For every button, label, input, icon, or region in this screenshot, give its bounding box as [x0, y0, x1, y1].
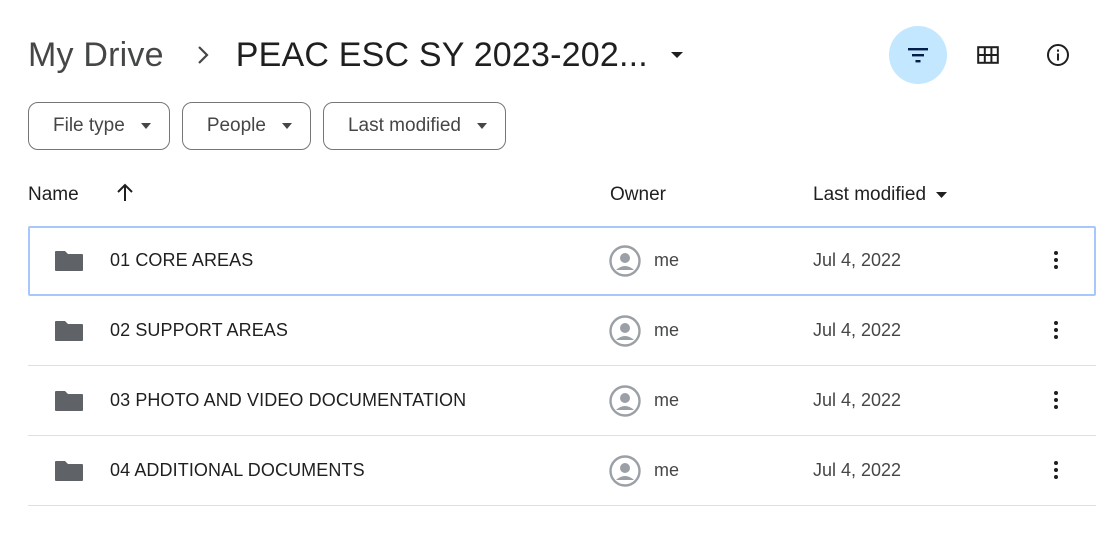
column-last-modified[interactable]: Last modified	[813, 184, 948, 206]
sort-up-arrow-icon[interactable]	[116, 182, 134, 208]
breadcrumb: My Drive PEAC ESC SY 2023-202...	[28, 26, 1087, 84]
dropdown-caret-icon	[477, 123, 487, 129]
more-vert-icon[interactable]	[1040, 384, 1072, 416]
file-list-header: Name Owner Last modified	[28, 176, 1097, 216]
more-vert-icon[interactable]	[1040, 454, 1072, 486]
chip-last-modified[interactable]: Last modified	[322, 102, 506, 150]
table-row[interactable]: 02 SUPPORT AREAS me Jul 4, 2022	[28, 296, 1096, 366]
filter-chips: File type People Last modified	[28, 102, 518, 150]
table-row[interactable]: 03 PHOTO AND VIDEO DOCUMENTATION me Jul …	[28, 366, 1096, 436]
owner-name: me	[654, 390, 680, 410]
dropdown-caret-icon	[936, 192, 948, 198]
file-list: 01 CORE AREAS me Jul 4, 2022 02 SUPPORT …	[28, 226, 1096, 506]
column-last-modified-label: Last modified	[813, 184, 927, 205]
chip-label: Last modified	[347, 115, 461, 136]
current-folder-title: PEAC ESC SY 2023-202...	[235, 35, 648, 74]
folder-icon	[54, 320, 84, 347]
file-name: 02 SUPPORT AREAS	[110, 320, 289, 340]
avatar-icon	[609, 385, 641, 422]
grid-view-button[interactable]	[959, 26, 1017, 84]
table-row[interactable]: 01 CORE AREAS me Jul 4, 2022	[28, 226, 1096, 296]
chip-label: People	[206, 115, 266, 136]
table-row[interactable]: 04 ADDITIONAL DOCUMENTS me Jul 4, 2022	[28, 436, 1096, 506]
owner-name: me	[654, 250, 680, 270]
breadcrumb-current-folder[interactable]: PEAC ESC SY 2023-202...	[236, 36, 684, 75]
dropdown-caret-icon	[670, 51, 684, 59]
chip-people[interactable]: People	[181, 102, 311, 150]
breadcrumb-my-drive[interactable]: My Drive	[28, 36, 164, 75]
dropdown-caret-icon	[281, 123, 292, 129]
filter-icon	[908, 48, 928, 63]
avatar-icon	[609, 245, 641, 282]
last-modified-date: Jul 4, 2022	[813, 250, 902, 270]
header-actions	[889, 26, 1087, 84]
drive-app: My Drive PEAC ESC SY 2023-202... File ty…	[0, 0, 1115, 534]
details-button[interactable]	[1029, 26, 1087, 84]
file-name: 01 CORE AREAS	[110, 250, 254, 270]
file-name: 03 PHOTO AND VIDEO DOCUMENTATION	[110, 390, 467, 410]
folder-icon	[54, 250, 84, 277]
file-name: 04 ADDITIONAL DOCUMENTS	[110, 460, 365, 480]
last-modified-date: Jul 4, 2022	[813, 390, 902, 410]
filter-button[interactable]	[889, 26, 947, 84]
folder-icon	[54, 460, 84, 487]
last-modified-date: Jul 4, 2022	[813, 460, 902, 480]
chevron-right-icon	[196, 44, 210, 66]
info-icon	[1047, 44, 1069, 66]
column-owner[interactable]: Owner	[610, 184, 666, 206]
more-vert-icon[interactable]	[1040, 314, 1072, 346]
column-name[interactable]: Name	[28, 184, 79, 206]
folder-icon	[54, 390, 84, 417]
avatar-icon	[609, 315, 641, 352]
owner-name: me	[654, 460, 680, 480]
owner-name: me	[654, 320, 680, 340]
last-modified-date: Jul 4, 2022	[813, 320, 902, 340]
dropdown-caret-icon	[140, 123, 151, 129]
avatar-icon	[609, 455, 641, 492]
chip-file-type[interactable]: File type	[28, 102, 170, 150]
chip-label: File type	[53, 115, 125, 136]
grid-view-icon	[977, 46, 999, 64]
more-vert-icon[interactable]	[1040, 244, 1072, 276]
